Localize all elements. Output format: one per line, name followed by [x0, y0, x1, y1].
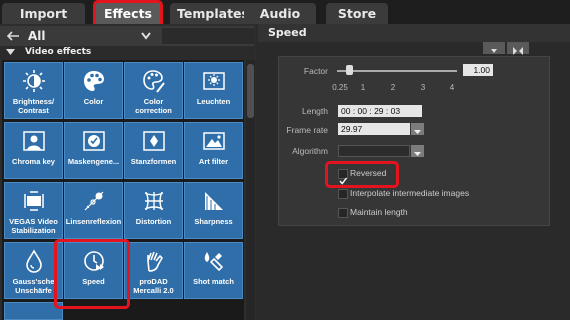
glow-icon	[203, 72, 225, 90]
effect-leuchten[interactable]: Leuchten	[184, 62, 243, 119]
effect-label: Leuchten	[196, 97, 231, 106]
reversed-highlight	[325, 161, 399, 188]
effect-label: Brightness/ Contrast	[12, 97, 55, 115]
effect-brightness-contrast[interactable]: Brightness/ Contrast	[4, 62, 63, 119]
search-input[interactable]	[162, 28, 254, 44]
collapse-triangle-icon[interactable]	[6, 49, 15, 56]
effect-label: Chroma key	[12, 157, 55, 166]
factor-value-field[interactable]: 1.00	[463, 64, 493, 76]
effect-chroma-key[interactable]: Chroma key	[4, 122, 63, 179]
brightness-icon	[23, 70, 45, 92]
sharpness-icon	[205, 192, 223, 210]
maintain-length-checkbox[interactable]	[338, 208, 348, 218]
arrow-left-icon[interactable]	[6, 30, 20, 42]
blur-icon	[26, 249, 42, 273]
effect-label: Sharpness	[194, 217, 233, 226]
effect-label: proDAD Mercalli 2.0	[133, 277, 174, 295]
stabilization-icon	[24, 191, 44, 211]
scrollbar-thumb[interactable]	[247, 64, 254, 118]
factor-slider-track[interactable]	[337, 70, 457, 72]
factor-slider-thumb[interactable]	[345, 65, 353, 75]
color-correction-icon	[143, 70, 165, 93]
length-field[interactable]: 00 : 00 : 29 : 03	[338, 105, 422, 117]
factor-tick-label: 0.25	[332, 83, 348, 92]
algorithm-dropdown-button[interactable]	[411, 145, 424, 157]
distortion-icon	[144, 191, 164, 211]
lens-flare-icon	[84, 191, 104, 211]
factor-tick-label: 4	[449, 83, 455, 92]
framerate-label: Frame rate	[286, 125, 328, 135]
chevron-down-icon[interactable]	[140, 31, 152, 41]
effect-color[interactable]: Color	[64, 62, 123, 119]
preset-dropdown-button[interactable]	[483, 42, 505, 54]
interpolate-label: Interpolate intermediate images	[350, 188, 470, 198]
chevron-down-icon	[414, 152, 421, 156]
algorithm-select[interactable]	[338, 145, 410, 157]
effect-stanzformen[interactable]: Stanzformen	[124, 122, 183, 179]
effect-maskengenerator[interactable]: Maskengene...	[64, 122, 123, 179]
effect-shot-match[interactable]: Shot match	[184, 242, 243, 299]
effect-label: Stanzformen	[130, 157, 177, 166]
stamp-icon	[143, 131, 165, 151]
filter-label[interactable]: All	[28, 29, 46, 43]
effect-vegas-stabilization[interactable]: VEGAS Video Stabilization	[4, 182, 63, 239]
maintain-length-label: Maintain length	[350, 207, 408, 217]
effect-label: Art filter	[198, 157, 229, 166]
length-label: Length	[302, 106, 328, 116]
framerate-dropdown-button[interactable]	[411, 123, 424, 135]
factor-tick-label: 3	[420, 83, 426, 92]
chevron-down-icon	[414, 130, 421, 134]
mask-icon	[83, 131, 105, 151]
effect-label: VEGAS Video Stabilization	[9, 217, 58, 235]
effect-label: Color correction	[135, 97, 172, 115]
effect-prodad-mercalli[interactable]: proDAD Mercalli 2.0	[124, 242, 183, 299]
factor-tick-label: 1	[360, 83, 366, 92]
tab-import[interactable]: Import	[2, 3, 85, 24]
algorithm-label: Algorithm	[292, 146, 328, 156]
effect-distortion[interactable]: Distortion	[124, 182, 183, 239]
effect-label: Maskengene...	[67, 157, 120, 166]
tab-audio[interactable]: Audio	[244, 3, 316, 24]
hand-icon	[147, 251, 163, 272]
factor-label: Factor	[303, 66, 328, 76]
palette-icon	[84, 71, 104, 91]
speed-tile-highlight	[54, 239, 130, 309]
framerate-select[interactable]: 29.97	[338, 123, 410, 135]
chroma-key-icon	[23, 131, 45, 151]
factor-tick-label: 2	[390, 83, 396, 92]
reset-button[interactable]	[507, 42, 529, 55]
effect-label: Color	[83, 97, 104, 106]
effect-label: Linsenreflexion	[65, 217, 122, 226]
effect-color-correction[interactable]: Color correction	[124, 62, 183, 119]
category-label: Video effects	[25, 47, 92, 57]
art-filter-icon	[203, 132, 225, 150]
shot-match-icon	[204, 252, 224, 272]
tab-store[interactable]: Store	[326, 3, 388, 24]
interpolate-checkbox[interactable]	[338, 189, 348, 199]
effect-art-filter[interactable]: Art filter	[184, 122, 243, 179]
speed-settings-box	[278, 56, 550, 226]
effect-linsenreflexion[interactable]: Linsenreflexion	[64, 182, 123, 239]
panel-title: Speed	[268, 26, 307, 39]
effect-label: Shot match	[193, 277, 234, 286]
effect-sharpness[interactable]: Sharpness	[184, 182, 243, 239]
effect-label: Distortion	[135, 217, 172, 226]
